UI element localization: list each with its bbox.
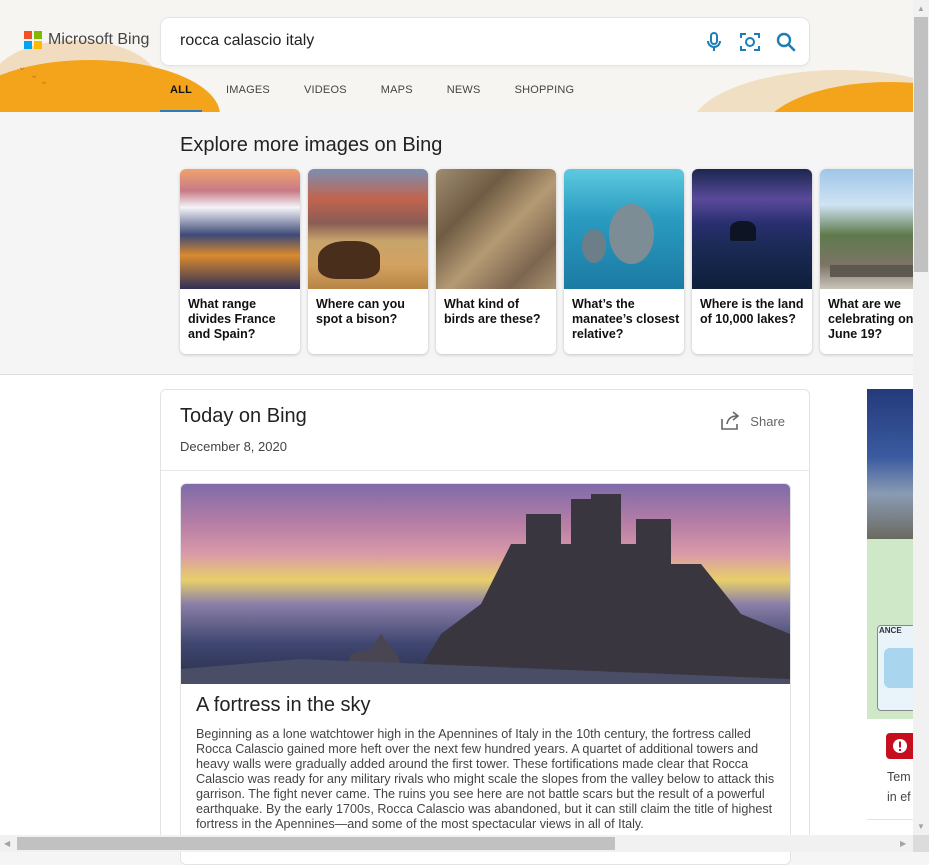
card-image (436, 169, 556, 289)
card-caption: Where is the land of 10,000 lakes? (700, 297, 804, 326)
bird-icon: ⌄ (40, 76, 49, 87)
microphone-icon[interactable] (702, 30, 726, 54)
card-caption: Where can you spot a bison? (316, 297, 405, 326)
side-panel: ANCE Tem in ef (867, 389, 913, 835)
scroll-right-icon[interactable]: ▶ (900, 839, 906, 848)
panel-date: December 8, 2020 (180, 439, 287, 454)
scroll-left-icon[interactable]: ◀ (4, 839, 10, 848)
panel-title: Today on Bing (180, 405, 307, 427)
microsoft-logo-icon (24, 31, 42, 49)
explore-card[interactable]: Where is the land of 10,000 lakes? (692, 169, 812, 354)
article-body: Beginning as a lone watchtower high in t… (196, 727, 775, 831)
scroll-up-icon[interactable]: ▲ (917, 4, 925, 13)
divider (867, 819, 913, 820)
card-image (180, 169, 300, 289)
explore-title: Explore more images on Bing (180, 134, 443, 156)
tab-maps[interactable]: MAPS (381, 84, 413, 112)
map-label: ANCE (879, 626, 902, 635)
map-water (884, 648, 913, 688)
map-inset: ANCE (877, 625, 913, 711)
share-label: Share (750, 413, 785, 429)
search-input[interactable]: rocca calascio italy (180, 32, 314, 50)
card-image (692, 169, 812, 289)
tab-videos[interactable]: VIDEOS (304, 84, 347, 112)
side-text-2: in ef (887, 790, 911, 804)
bird-icon: ⌄ (18, 62, 27, 73)
card-caption: What’s the manatee’s closest relative? (572, 297, 680, 341)
explore-section: Explore more images on Bing What range d… (0, 112, 929, 375)
explore-card[interactable]: What kind of birds are these? (436, 169, 556, 354)
vertical-scroll-thumb[interactable] (914, 17, 928, 272)
article-title: A fortress in the sky (196, 694, 371, 716)
bird-icon: ⌄ (30, 70, 39, 81)
side-map[interactable]: ANCE (867, 539, 913, 719)
header: ⌄ ⌄ ⌄ Microsoft Bing rocca calascio ital… (0, 0, 913, 113)
search-box[interactable]: rocca calascio italy (161, 18, 809, 65)
horizontal-scrollbar[interactable]: ◀ ▶ (0, 835, 913, 852)
card-caption: What range divides France and Spain? (188, 297, 276, 341)
search-tabs: ALL IMAGES VIDEOS MAPS NEWS SHOPPING (160, 84, 608, 112)
tab-news[interactable]: NEWS (447, 84, 481, 112)
alert-icon (893, 739, 907, 753)
explore-card[interactable]: What’s the manatee’s closest relative? (564, 169, 684, 354)
visual-search-icon[interactable] (738, 30, 762, 54)
logo-text: Microsoft Bing (48, 31, 150, 48)
explore-card[interactable]: What range divides France and Spain? (180, 169, 300, 354)
bing-logo[interactable]: Microsoft Bing (24, 31, 149, 49)
card-caption: What kind of birds are these? (444, 297, 541, 326)
scroll-down-icon[interactable]: ▼ (917, 822, 925, 831)
fortress-silhouette (181, 494, 790, 684)
share-icon (721, 411, 740, 430)
vertical-scrollbar[interactable]: ▲ ▼ (913, 0, 929, 835)
side-image[interactable] (867, 389, 913, 539)
card-image (564, 169, 684, 289)
tab-shopping[interactable]: SHOPPING (515, 84, 575, 112)
side-text-1: Tem (887, 770, 911, 784)
explore-card[interactable]: Where can you spot a bison? (308, 169, 428, 354)
today-on-bing-panel: Today on Bing December 8, 2020 Share A f… (160, 389, 810, 865)
tab-images[interactable]: IMAGES (226, 84, 270, 112)
article-card[interactable]: A fortress in the sky Beginning as a lon… (180, 483, 791, 865)
hero-image (181, 484, 790, 684)
tab-all[interactable]: ALL (160, 84, 202, 112)
card-image (308, 169, 428, 289)
alert-badge (886, 733, 913, 759)
search-icon[interactable] (774, 30, 798, 54)
divider (161, 470, 809, 471)
share-button[interactable]: Share (720, 411, 785, 431)
scrollbar-corner (913, 835, 929, 852)
horizontal-scroll-thumb[interactable] (17, 837, 615, 850)
